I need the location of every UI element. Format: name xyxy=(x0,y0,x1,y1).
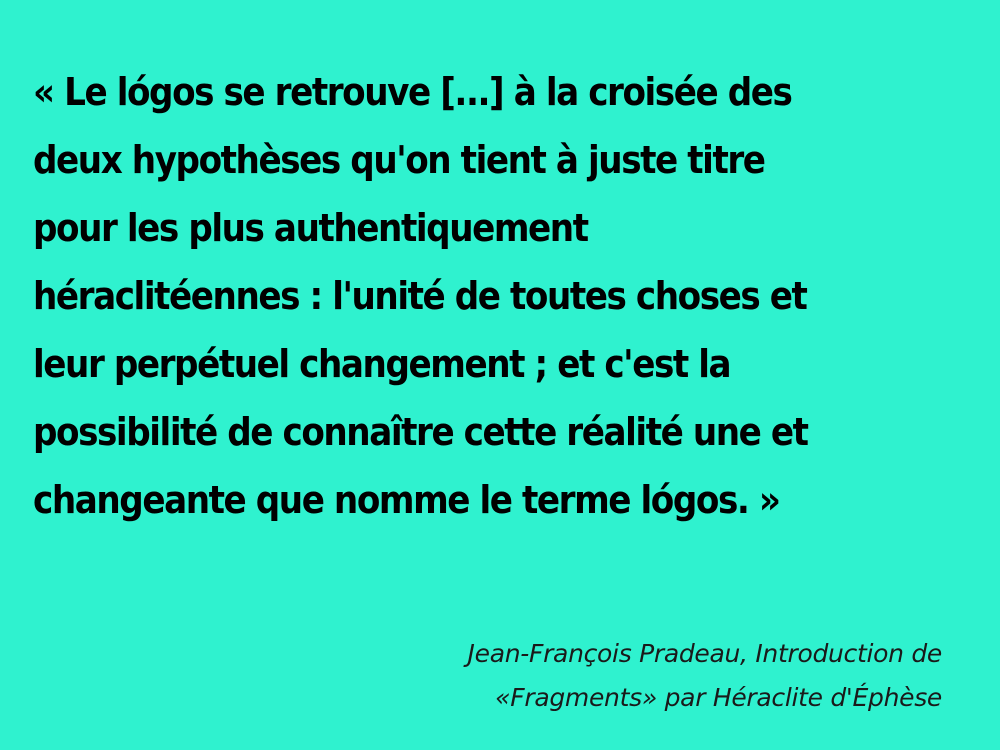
quote-line: changeante que nomme le terme lógos. » xyxy=(33,478,781,522)
quote-attribution: Jean-François Pradeau, Introduction de «… xyxy=(467,632,943,720)
quote-text: « Le lógos se retrouve [...] à la croisé… xyxy=(33,58,969,534)
slide: « Le lógos se retrouve [...] à la croisé… xyxy=(0,0,1000,750)
quote-line: pour les plus authentiquement xyxy=(33,206,589,250)
quote-line: « Le lógos se retrouve [...] à la croisé… xyxy=(33,70,793,114)
quote-line: leur perpétuel changement ; et c'est la xyxy=(33,342,732,386)
quote-line: deux hypothèses qu'on tient à juste titr… xyxy=(33,138,766,182)
quote-line: possibilité de connaître cette réalité u… xyxy=(33,410,809,454)
attribution-line: Jean-François Pradeau, Introduction de xyxy=(467,639,943,668)
quote-line: héraclitéennes : l'unité de toutes chose… xyxy=(33,274,808,318)
attribution-line: «Fragments» par Héraclite d'Éphèse xyxy=(495,683,942,712)
